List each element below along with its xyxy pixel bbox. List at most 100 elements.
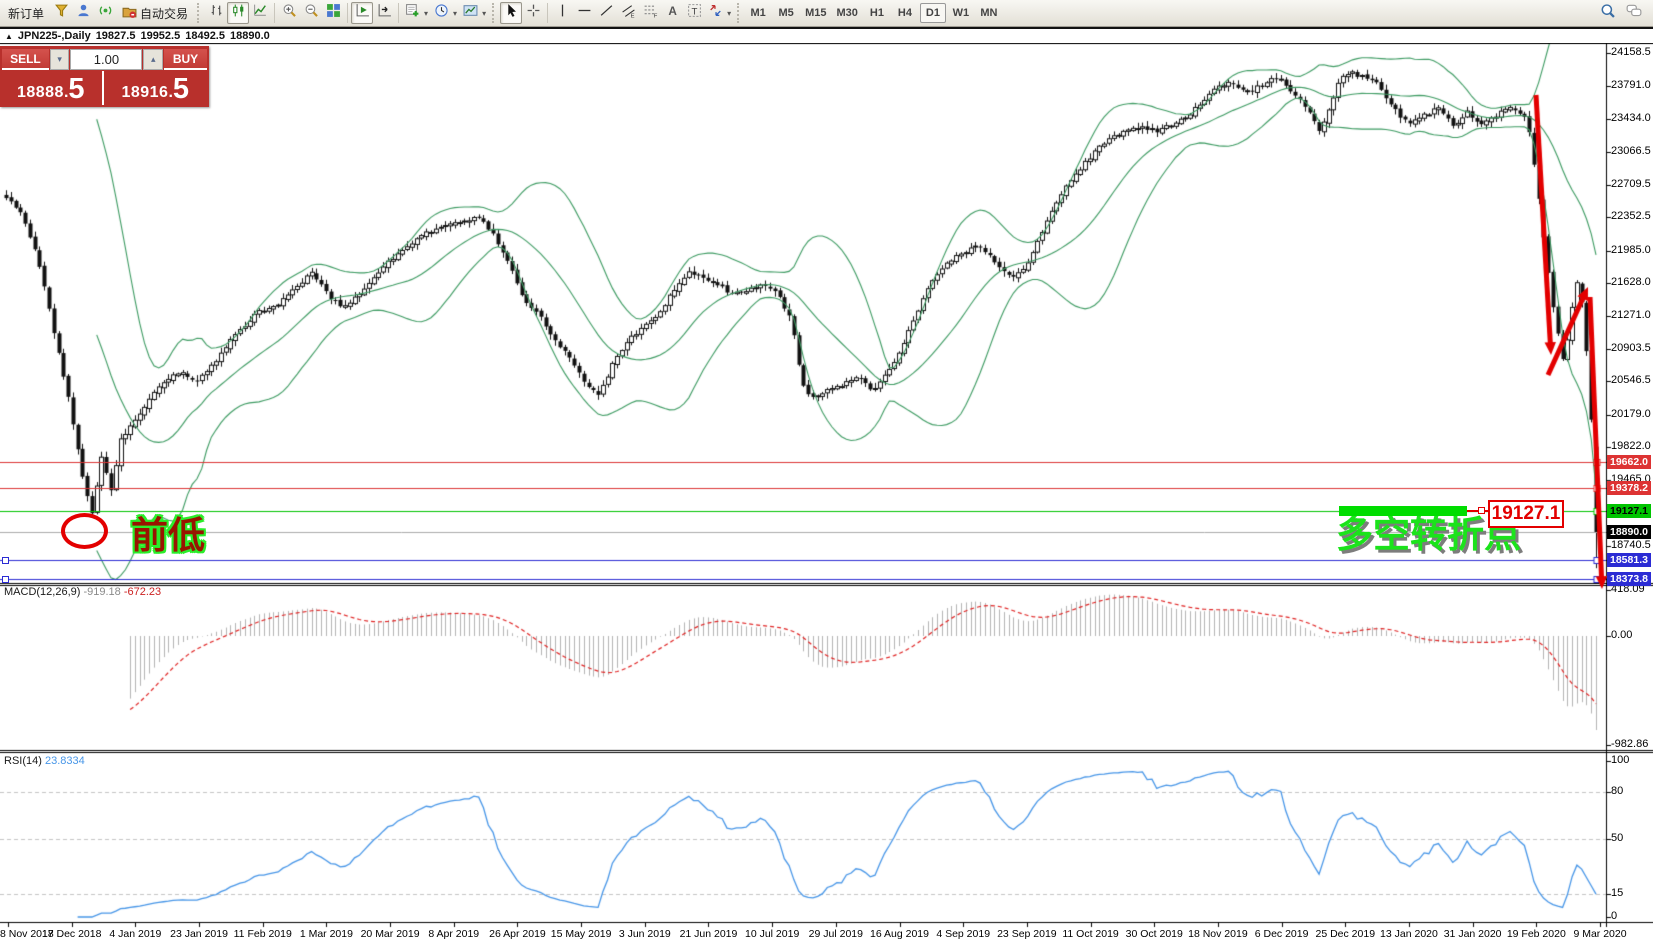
horizontal-line-button[interactable]: [573, 2, 595, 24]
templates-button[interactable]: ▾: [460, 2, 489, 24]
price-axis-label: 22709.5: [1611, 178, 1651, 190]
timeframe-d1[interactable]: D1: [920, 3, 946, 23]
rsi-axis-label: 80: [1611, 785, 1623, 797]
timeframe-m15[interactable]: M15: [801, 3, 830, 23]
timeframe-h4[interactable]: H4: [892, 3, 918, 23]
cursor-icon: [504, 3, 519, 23]
toolbar-grip: [492, 3, 495, 23]
volume-decrease-button[interactable]: ▾: [50, 49, 70, 70]
svg-text:T: T: [691, 6, 697, 17]
buy-button[interactable]: BUY: [164, 49, 207, 70]
line-left-handle[interactable]: [2, 557, 9, 564]
auto-scroll-button[interactable]: [351, 2, 373, 24]
signal-button[interactable]: [94, 2, 116, 24]
funnel-icon: [54, 3, 69, 23]
rsi-value: 23.8334: [45, 755, 85, 767]
price-axis-label: 18740.5: [1611, 539, 1651, 551]
price-level-badge[interactable]: 18890.0: [1607, 525, 1651, 539]
previous-low-text-annotation[interactable]: 前低: [131, 517, 205, 554]
periods-button[interactable]: ▾: [431, 2, 460, 24]
line-left-handle[interactable]: [2, 576, 9, 583]
top-toolbar: 新订单 自动交易 ▾ ▾ ▾ E F A T ▾: [0, 0, 1653, 27]
text-label-button[interactable]: T: [683, 2, 705, 24]
vertical-line-icon: [555, 3, 570, 23]
timeframe-w1[interactable]: W1: [948, 3, 974, 23]
chevron-down-icon: ▾: [424, 9, 428, 18]
zoom-out-button[interactable]: [300, 2, 322, 24]
trendline-button[interactable]: [595, 2, 617, 24]
macd-axis-label: 0.00: [1611, 629, 1632, 641]
svg-text:F: F: [653, 13, 657, 18]
toolbar-right-group: [1597, 2, 1651, 24]
zoom-in-button[interactable]: [278, 2, 300, 24]
new-order-button[interactable]: 新订单: [2, 2, 50, 24]
support-highlight-bar[interactable]: [1339, 506, 1467, 516]
person-icon: [76, 3, 91, 23]
timeframe-m1[interactable]: M1: [745, 3, 771, 23]
ohlc-close: 18890.0: [230, 30, 270, 42]
auto-trading-button[interactable]: 自动交易: [116, 2, 194, 24]
bar-chart-button[interactable]: [205, 2, 227, 24]
price-level-badge[interactable]: 19662.0: [1607, 455, 1651, 469]
date-axis-label: 9 Mar 2020: [1560, 928, 1640, 940]
timeframe-mn[interactable]: MN: [976, 3, 1002, 23]
price-level-badge[interactable]: 18581.3: [1607, 553, 1651, 567]
volume-input[interactable]: [70, 49, 142, 70]
line-chart-button[interactable]: [249, 2, 271, 24]
arrows-button[interactable]: ▾: [705, 2, 734, 24]
volume-increase-button[interactable]: ▴: [143, 49, 163, 70]
arrows-icon: [708, 3, 723, 23]
toolbar-grip: [197, 3, 200, 23]
vertical-line-button[interactable]: [551, 2, 573, 24]
fibonacci-button[interactable]: F: [639, 2, 661, 24]
price-level-badge[interactable]: 19127.1: [1607, 504, 1651, 518]
toolbar-grip: [737, 3, 740, 23]
support-price-flag[interactable]: 19127.1: [1488, 500, 1564, 528]
candlestick-chart-button[interactable]: [227, 2, 249, 24]
crosshair-button[interactable]: [522, 2, 544, 24]
search-icon: [1600, 3, 1616, 24]
tile-windows-button[interactable]: [322, 2, 344, 24]
text-a-icon: A: [665, 3, 680, 23]
channel-button[interactable]: E: [617, 2, 639, 24]
rsi-axis-label: 15: [1611, 887, 1623, 899]
price-level-badge[interactable]: 18373.8: [1607, 572, 1651, 586]
signal-icon: [98, 3, 113, 23]
price-axis-label: 20903.5: [1611, 342, 1651, 354]
sell-price[interactable]: 18888.5: [0, 71, 104, 105]
chevron-down-icon: ▾: [482, 9, 486, 18]
svg-text:E: E: [630, 13, 634, 18]
toolbar-separator: [347, 3, 348, 23]
text-label-icon: T: [687, 3, 702, 23]
chevron-down-icon: ▾: [453, 9, 457, 18]
price-axis-label: 21985.0: [1611, 244, 1651, 256]
price-axis-label: 23791.0: [1611, 79, 1651, 91]
chat-button[interactable]: [1623, 2, 1645, 24]
toolbar-separator: [398, 3, 399, 23]
collapse-arrow-icon[interactable]: ▲: [5, 32, 13, 41]
timeframe-m5[interactable]: M5: [773, 3, 799, 23]
price-axis-label: 23434.0: [1611, 112, 1651, 124]
flag-connector-handle[interactable]: [1478, 507, 1485, 514]
chevron-down-icon: ▾: [727, 9, 731, 18]
tile-windows-icon: [326, 3, 341, 23]
market-watch-button[interactable]: [72, 2, 94, 24]
ohlc-high: 19952.5: [140, 30, 180, 42]
previous-low-circle-annotation[interactable]: [61, 513, 108, 549]
chart-shift-button[interactable]: [373, 2, 395, 24]
timeframe-m30[interactable]: M30: [833, 3, 862, 23]
cursor-button[interactable]: [500, 2, 522, 24]
profiles-button[interactable]: [50, 2, 72, 24]
price-chart-canvas[interactable]: [0, 43, 1653, 945]
price-level-badge[interactable]: 19378.2: [1607, 481, 1651, 495]
chart-title: ▲ JPN225-,Daily 19827.5 19952.5 18492.5 …: [5, 30, 270, 42]
crosshair-icon: [526, 3, 541, 23]
buy-price[interactable]: 18916.5: [104, 71, 208, 105]
timeframe-h1[interactable]: H1: [864, 3, 890, 23]
mt4-window: 新订单 自动交易 ▾ ▾ ▾ E F A T ▾: [0, 0, 1653, 945]
search-button[interactable]: [1597, 2, 1619, 24]
text-button[interactable]: A: [661, 2, 683, 24]
sell-button[interactable]: SELL: [2, 49, 49, 70]
new-chart-button[interactable]: ▾: [402, 2, 431, 24]
line-chart-icon: [253, 3, 268, 23]
